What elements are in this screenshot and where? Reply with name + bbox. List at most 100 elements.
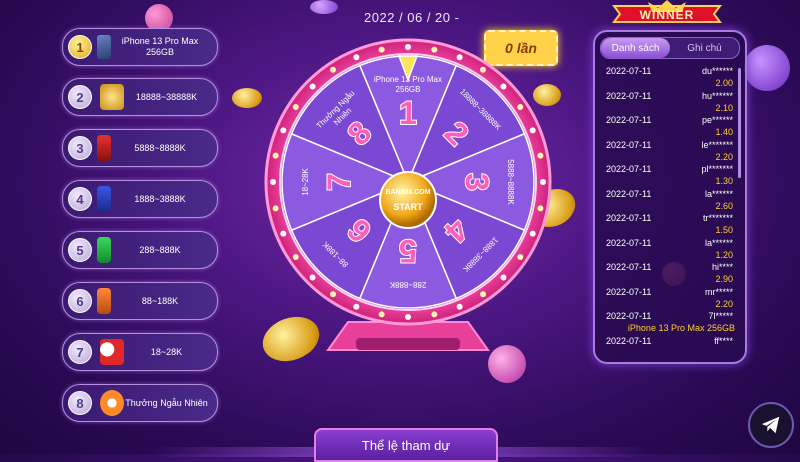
winners-scrollbar[interactable]: [738, 68, 741, 178]
orange-chips-icon: [97, 288, 111, 314]
prize-label: 18888~38888K: [135, 91, 198, 102]
winners-panel: Danh sách Ghi chú 2022-07-11 du****** 2.00 2…: [593, 30, 747, 364]
phone-icon: [97, 35, 111, 59]
winner-user: mr*****: [704, 286, 733, 297]
prize-item-3: 3 5888~8888K: [62, 129, 218, 167]
winner-date: 2022-07-11: [606, 188, 652, 199]
prize-label: 18~28K: [150, 346, 183, 357]
wheel-light: [529, 127, 536, 134]
wheel-light: [272, 205, 279, 212]
winner-banner: WINNER: [608, 0, 726, 28]
winner-date: 2022-07-11: [606, 90, 652, 101]
wheel-segment-label: 18~28K: [301, 167, 310, 195]
prize-rank-badge: 7: [68, 340, 92, 364]
winner-value: iPhone 13 Pro Max 256GB: [627, 323, 735, 333]
tab-notes[interactable]: Ghi chú: [670, 38, 739, 58]
prize-label: iPhone 13 Pro Max 256GB: [121, 36, 199, 57]
event-date: 2022 / 06 / 20 -: [364, 10, 460, 25]
wheel-segment-label: 256GB: [396, 85, 421, 94]
winner-row: 2022-07-11 tr******* 1.50: [603, 211, 739, 237]
prize-rank-badge: 6: [68, 289, 92, 313]
wheel-graphic: iPhone 13 Pro Max256GB1 18888~38888K25888…: [264, 38, 552, 351]
gold-stack-icon: [100, 84, 124, 110]
winner-value: 2.20: [715, 298, 733, 309]
rules-button[interactable]: Thể lệ tham dự: [314, 428, 498, 462]
wheel-light: [309, 274, 316, 281]
winner-value: 2.60: [715, 200, 733, 211]
wheel-light: [309, 83, 316, 90]
start-label[interactable]: START: [393, 202, 423, 212]
winner-row: 2022-07-11 hu****** 2.10: [603, 89, 739, 115]
wheel-light: [292, 103, 299, 110]
winner-date: 2022-07-11: [606, 139, 652, 150]
wheel-light: [280, 127, 287, 134]
telegram-icon: [761, 416, 780, 434]
winner-value: 2.00: [715, 78, 733, 88]
wheel-light: [378, 46, 385, 53]
prize-label: 288~888K: [139, 244, 181, 255]
winner-row: 2022-07-11 pl******* 1.30: [603, 162, 739, 188]
wheel-segment-label: 5888~8888K: [506, 159, 515, 205]
wheel-segment-number: 7: [321, 173, 357, 191]
wheel-light: [405, 44, 411, 50]
wheel-segment-number: 5: [399, 233, 417, 269]
winner-row: 2022-07-11 la****** 1.20: [603, 236, 739, 262]
winner-label: WINNER: [639, 8, 695, 22]
winner-row: 2022-07-11 ff****: [603, 334, 739, 355]
wheel-light: [517, 103, 524, 110]
winner-row: 2022-07-11 le******* 2.20: [603, 138, 739, 164]
wheel-light: [537, 205, 544, 212]
winner-value: 2.90: [715, 274, 733, 284]
wheel-light: [500, 274, 507, 281]
winner-date: 2022-07-11: [606, 115, 652, 125]
wheel-light: [431, 311, 438, 318]
winner-user: pe******: [701, 115, 733, 125]
prize-item-1: 1 iPhone 13 Pro Max 256GB: [62, 28, 218, 66]
winner-value: 2.10: [715, 102, 733, 113]
winner-value: 1.50: [715, 225, 733, 235]
prize-item-6: 6 88~188K: [62, 282, 218, 320]
wheel-logo: BAN888.COM: [385, 189, 430, 196]
winner-date: 2022-07-11: [606, 164, 652, 174]
winner-user: la******: [704, 188, 733, 199]
winner-value: 1.20: [715, 249, 733, 260]
winner-date: 2022-07-11: [606, 335, 652, 346]
winner-user: tr*******: [702, 213, 733, 223]
winner-user: hu******: [701, 90, 733, 101]
winner-user: ff****: [714, 335, 733, 346]
winners-list[interactable]: 2022-07-11 du****** 2.00 2022-07-11 hu******…: [603, 64, 739, 354]
winner-date: 2022-07-11: [606, 311, 652, 321]
prize-label: 88~188K: [141, 295, 179, 306]
wheel-light: [270, 179, 276, 185]
prize-rank-badge: 1: [68, 35, 92, 59]
wheel-base: [356, 338, 460, 350]
wheel-light: [456, 303, 463, 310]
prize-rank-badge: 3: [68, 136, 92, 160]
winner-date: 2022-07-11: [606, 286, 652, 297]
prize-item-7: 7 18~28K: [62, 333, 218, 371]
winner-date: 2022-07-11: [606, 262, 652, 272]
wheel-light: [431, 46, 438, 53]
wheel-light: [540, 179, 546, 185]
winner-user: 7l*****: [708, 311, 733, 321]
green-chips-icon: [97, 237, 111, 263]
wheel-light: [405, 314, 411, 320]
start-button[interactable]: [379, 171, 437, 229]
wheel-light: [378, 311, 385, 318]
tab-list[interactable]: Danh sách: [601, 38, 670, 58]
prize-item-4: 4 1888~3888K: [62, 180, 218, 218]
winner-user: la******: [704, 237, 733, 248]
prize-item-8: 8 Thưởng Ngẫu Nhiên: [62, 384, 218, 422]
decor-ball: [310, 0, 338, 14]
wheel-light: [329, 66, 336, 73]
winner-user: pl*******: [701, 164, 733, 174]
wheel-light: [272, 152, 279, 159]
wheel-light: [517, 254, 524, 261]
prize-label: Thưởng Ngẫu Nhiên: [125, 397, 208, 408]
telegram-button[interactable]: [748, 402, 794, 448]
wheel-light: [529, 230, 536, 237]
winner-row: 2022-07-11 du****** 2.00: [603, 64, 739, 90]
prize-rank-badge: 4: [68, 187, 92, 211]
prize-label: 1888~3888K: [134, 193, 186, 204]
winner-row: 2022-07-11 7l***** iPhone 13 Pro Max 256GB: [603, 309, 739, 335]
